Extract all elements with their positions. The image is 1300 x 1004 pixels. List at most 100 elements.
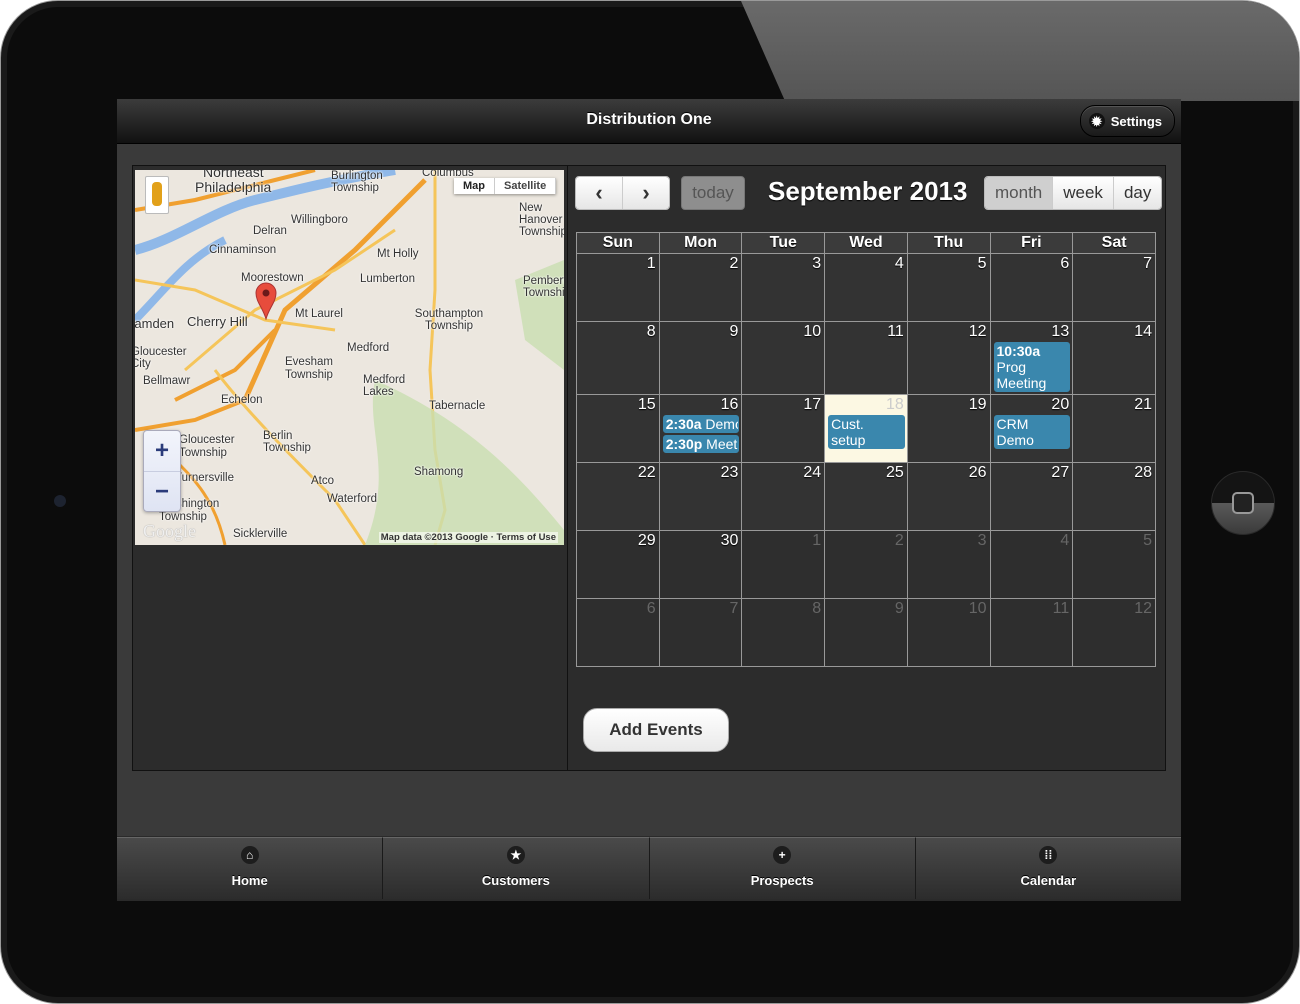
calendar-day[interactable]: 19 <box>906 394 991 463</box>
calendar-day[interactable]: 23 <box>658 462 743 531</box>
map-label: New Hanover Township <box>519 202 564 238</box>
map-label: Philadelphia <box>195 179 272 195</box>
calendar-day-today[interactable]: 18 Cust. setup <box>824 394 908 463</box>
map-label: Berlin Township <box>263 430 311 454</box>
settings-label: Settings <box>1110 113 1162 129</box>
calendar-day[interactable]: 2 <box>658 253 743 322</box>
tab-home[interactable]: ⌂ Home <box>117 837 384 899</box>
bottom-tab-bar: ⌂ Home ★ Customers + Prospects ⁞⁞ Calendar <box>117 837 1181 899</box>
calendar-day[interactable]: 6 <box>576 598 660 667</box>
map-type-satellite[interactable]: Satellite <box>495 178 557 194</box>
calendar-day[interactable]: 5 <box>1072 530 1156 599</box>
calendar-day[interactable]: 5 <box>906 253 991 322</box>
event-title: Prog Meeting <box>996 359 1047 391</box>
pegman-icon <box>152 182 162 206</box>
calendar-day[interactable]: 28 <box>1072 462 1156 531</box>
calendar-day[interactable]: 9 <box>824 598 908 667</box>
map-label: Medford Lakes <box>363 374 406 398</box>
map-label: Delran <box>253 225 287 237</box>
day-number: 3 <box>812 255 822 272</box>
calendar-day[interactable]: 4 <box>989 530 1074 599</box>
calendar-day[interactable]: 24 <box>741 462 826 531</box>
view-month-button[interactable]: month <box>985 177 1053 209</box>
day-number: 7 <box>1143 255 1152 272</box>
calendar-day[interactable]: 2 <box>824 530 908 599</box>
zoom-in-button[interactable]: + <box>144 431 180 471</box>
view-day-button[interactable]: day <box>1112 177 1162 209</box>
day-number: 8 <box>646 323 656 340</box>
day-number: 17 <box>803 396 822 413</box>
tab-prospects[interactable]: + Prospects <box>649 837 916 899</box>
calendar-day[interactable]: 9 <box>658 321 743 395</box>
calendar-event[interactable]: 2:30a Demo <box>662 415 740 433</box>
calendar-day[interactable]: 11 <box>989 598 1074 667</box>
map[interactable]: Northeast Philadelphia Burlington Townsh… <box>135 170 564 545</box>
calendar-day[interactable]: 10 <box>906 598 991 667</box>
calendar-day[interactable]: 8 <box>576 321 660 395</box>
today-button[interactable]: today <box>681 176 745 210</box>
calendar-day[interactable]: 10 <box>741 321 826 395</box>
calendar-day[interactable]: 3 <box>741 253 826 322</box>
day-number: 10 <box>803 323 822 340</box>
calendar-day[interactable]: 27 <box>989 462 1074 531</box>
map-label: Atco <box>311 475 335 487</box>
map-type-map[interactable]: Map <box>454 178 495 194</box>
calendar-day[interactable]: 12 <box>1072 598 1156 667</box>
map-label: Tabernacle <box>429 400 486 412</box>
view-week-button[interactable]: week <box>1052 177 1113 209</box>
page-title: Distribution One <box>586 111 712 128</box>
home-hardware-button[interactable] <box>1211 471 1275 535</box>
day-number: 19 <box>968 396 987 413</box>
map-label: Turnersville <box>175 472 235 484</box>
tab-calendar[interactable]: ⁞⁞ Calendar <box>915 837 1181 899</box>
calendar-day[interactable]: 30 <box>658 530 743 599</box>
calendar-day[interactable]: 20 CRM Demo <box>989 394 1074 463</box>
street-view-pegman[interactable] <box>145 176 169 214</box>
calendar-day[interactable]: 13 10:30a Prog Meeting <box>989 321 1074 395</box>
calendar-day[interactable]: 3 <box>906 530 991 599</box>
main-panel: Northeast Philadelphia Burlington Townsh… <box>132 165 1166 771</box>
calendar-event[interactable]: Cust. setup <box>828 415 905 449</box>
weekday-header: Thu <box>906 232 991 254</box>
next-month-button[interactable]: › <box>622 177 669 209</box>
calendar-day[interactable]: 11 <box>824 321 908 395</box>
google-logo: Google <box>143 521 196 541</box>
content-area: Northeast Philadelphia Burlington Townsh… <box>117 144 1181 836</box>
day-number: 24 <box>803 464 822 481</box>
calendar-event[interactable]: CRM Demo <box>993 415 1071 449</box>
calendar-day[interactable]: 162:30a Demo2:30p Meeting <box>658 394 743 463</box>
weekday-header: Tue <box>741 232 826 254</box>
terms-link[interactable]: Terms of Use <box>497 532 556 543</box>
calendar-day[interactable]: 29 <box>576 530 660 599</box>
calendar-day[interactable]: 7 <box>1072 253 1156 322</box>
tab-customers[interactable]: ★ Customers <box>383 837 650 899</box>
calendar-day[interactable]: 4 <box>824 253 908 322</box>
settings-button[interactable]: ✹ Settings <box>1079 105 1175 137</box>
calendar-day[interactable]: 12 <box>906 321 991 395</box>
calendar-day[interactable]: 8 <box>741 598 826 667</box>
calendar-day[interactable]: 25 <box>824 462 908 531</box>
calendar-day[interactable]: 14 <box>1072 321 1156 395</box>
day-number: 28 <box>1134 464 1152 481</box>
calendar-week-row: 15162:30a Demo2:30p Meeting1718Cust. set… <box>576 394 1156 463</box>
calendar-day[interactable]: 6 <box>989 253 1074 322</box>
event-time: 2:30p <box>665 436 703 452</box>
prev-month-button[interactable]: ‹ <box>576 177 622 209</box>
calendar-day[interactable]: 1 <box>741 530 826 599</box>
calendar-event[interactable]: 2:30p Meeting <box>662 435 740 453</box>
calendar-day[interactable]: 1 <box>576 253 660 322</box>
calendar-event[interactable]: 10:30a Prog Meeting <box>993 342 1071 392</box>
map-label: Cinnaminson <box>209 244 277 256</box>
screen-glare <box>741 1 1299 101</box>
calendar-day[interactable]: 7 <box>658 598 743 667</box>
ipad-frame: Distribution One ✹ Settings Northeast Ph… <box>0 0 1300 1004</box>
calendar-day[interactable]: 17 <box>741 394 826 463</box>
add-events-button[interactable]: Add Events <box>583 708 729 752</box>
calendar-day[interactable]: 22 <box>576 462 660 531</box>
calendar-day[interactable]: 21 <box>1072 394 1156 463</box>
day-number: 10 <box>968 600 987 617</box>
zoom-out-button[interactable]: − <box>144 471 180 512</box>
calendar-day[interactable]: 26 <box>906 462 991 531</box>
day-number: 9 <box>894 600 904 617</box>
calendar-day[interactable]: 15 <box>576 394 660 463</box>
